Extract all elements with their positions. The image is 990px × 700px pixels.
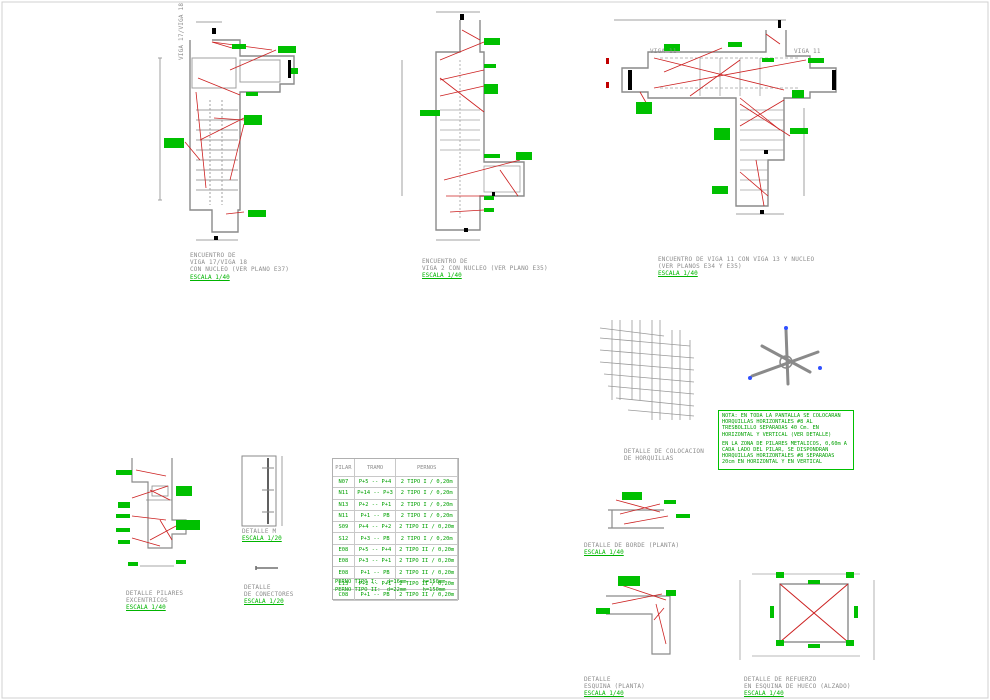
scale-detail-m: ESCALA 1/20: [242, 535, 282, 542]
title-detail-1: ENCUENTRO DE VIGA 17/VIGA 18 CON NUCLEO …: [190, 252, 290, 273]
table-cell: N11: [333, 510, 355, 523]
title-detail-2: ENCUENTRO DE VIGA 2 CON NUCLEO (VER PLAN…: [422, 258, 548, 272]
beam-label-v11-right: VIGA 11: [794, 48, 821, 55]
cad-drawing-sheet: ENCUENTRO DE VIGA 17/VIGA 18 CON NUCLEO …: [0, 0, 990, 700]
table-cell: 2 TIPO I / 0,20m: [395, 476, 458, 489]
detail-edge-rebar: [615, 499, 669, 525]
table-row: N11 P+14 -- P+3 2 TIPO I / 0,20m: [333, 487, 458, 500]
table-cell: E08: [333, 544, 355, 557]
detail-opening-rebar: [779, 583, 849, 643]
table-row: N07 P+5 -- P+4 2 TIPO I / 0,20m: [333, 476, 458, 489]
table-cell: S12: [333, 532, 355, 545]
table-cell: P+5 -- P+4: [354, 544, 397, 557]
detail-edge-plan: [608, 509, 664, 529]
detail-eccentric-callouts: [116, 470, 200, 566]
table-row: E08 P+1 -- PB 2 TIPO II / 0,20m: [333, 566, 458, 579]
scale-corner-plan: ESCALA 1/40: [584, 690, 624, 697]
table-cell: 2 TIPO II / 0,20m: [395, 566, 458, 579]
title-eccentric: DETALLE PILARES EXCENTRICOS: [126, 590, 184, 604]
title-detail-m: DETALLE M: [242, 528, 277, 535]
scale-eccentric: ESCALA 1/40: [126, 604, 166, 611]
title-horquillas: DETALLE DE COLOCACION DE HORQUILLAS: [624, 448, 705, 462]
table-cell: P+5 -- P+4: [354, 476, 397, 489]
col-tramo: TRAMO: [354, 459, 397, 477]
table-row: N11 P+1 -- PB 2 TIPO I / 0,20m: [333, 510, 458, 523]
scale-opening: ESCALA 1/40: [744, 690, 784, 697]
beam-label-v17: VIGA 17/VIGA 18: [178, 2, 185, 60]
beam-label-v11-left: VIGA 11: [650, 48, 677, 55]
studs-table: PILAR TRAMO PERNOS N07 P+5 -- P+4 2 TIPO I…: [332, 458, 459, 602]
title-connectors: DETALLE DE CONECTORES: [244, 584, 294, 598]
note-paragraph-2: EN LA ZONA DE PILARES METALICOS, 0,60m A…: [722, 440, 847, 466]
table-cell: P+3 -- PB: [354, 532, 397, 545]
table-cell: E08: [333, 566, 355, 579]
table-cell: E08: [333, 555, 355, 568]
detail-connectors: [255, 566, 278, 570]
title-edge-plan: DETALLE DE BORDE (PLANTA): [584, 542, 680, 549]
detail-1-rebar: [184, 41, 277, 215]
scale-edge-plan: ESCALA 1/40: [584, 549, 624, 556]
title-detail-3: ENCUENTRO DE VIGA 11 CON VIGA 13 Y NUCLE…: [658, 256, 815, 270]
detail-m: [241, 455, 283, 527]
table-foot-type1: PERNO TIPO I: d=16mm h=150mm: [335, 579, 446, 585]
table-cell: 2 TIPO II / 0,20m: [395, 521, 458, 534]
table-row: S09 P+4 -- P+2 2 TIPO II / 0,20m: [333, 521, 458, 534]
table-cell: 2 TIPO I / 0,20m: [395, 532, 458, 545]
horquillas-mesh: [599, 320, 695, 420]
general-note: NOTA: EN TODA LA PANTALLA SE COLOCARAN H…: [718, 410, 854, 470]
scale-detail-3: ESCALA 1/40: [658, 270, 698, 277]
detail-opening-reinforcement: [739, 573, 875, 660]
scale-connectors: ESCALA 1/20: [244, 598, 284, 605]
table-cell: P+1 -- PB: [354, 566, 397, 579]
detail-2-beam-core-junction: [401, 11, 525, 241]
table-cell: P+4 -- P+2: [354, 521, 397, 534]
table-cell: 2 TIPO I / 0,20m: [395, 510, 458, 523]
table-cell: N07: [333, 476, 355, 489]
table-row: E08 P+3 -- P+1 2 TIPO II / 0,20m: [333, 555, 458, 568]
detail-2-callouts: [420, 38, 532, 212]
horquilla-3d-detail: [750, 328, 820, 386]
table-cell: N11: [333, 487, 355, 500]
table-row: S12 P+3 -- PB 2 TIPO I / 0,20m: [333, 532, 458, 545]
table-header-row: PILAR TRAMO PERNOS: [333, 459, 458, 477]
col-pernos: PERNOS: [395, 459, 458, 477]
table-foot-type2: PERNO TIPO II: d=22mm h=150mm: [335, 587, 446, 593]
col-pilar: PILAR: [333, 459, 355, 477]
table-cell: 2 TIPO I / 0,20m: [395, 499, 458, 511]
detail-2-rebar: [439, 29, 521, 213]
table-cell: N13: [333, 499, 355, 511]
note-paragraph-1: NOTA: EN TODA LA PANTALLA SE COLOCARAN H…: [722, 413, 841, 438]
scale-detail-2: ESCALA 1/40: [422, 272, 462, 279]
table-row: E08 P+5 -- P+4 2 TIPO II / 0,20m: [333, 544, 458, 557]
table-cell: P+2 -- P+1: [354, 499, 397, 511]
table-row: N13 P+2 -- P+1 2 TIPO I / 0,20m: [333, 499, 458, 511]
table-cell: S09: [333, 521, 355, 534]
table-cell: 2 TIPO II / 0,20m: [395, 544, 458, 557]
table-cell: 2 TIPO I / 0,20m: [395, 487, 458, 500]
title-opening: DETALLE DE REFUERZO EN ESQUINA DE HUECO …: [744, 676, 851, 690]
detail-3-inner: [660, 57, 800, 191]
title-corner-plan: DETALLE ESQUINA (PLANTA): [584, 676, 645, 690]
table-cell: P+3 -- P+1: [354, 555, 397, 568]
table-cell: P+1 -- PB: [354, 510, 397, 523]
scale-detail-1: ESCALA 1/40: [190, 274, 230, 281]
table-cell: 2 TIPO II / 0,20m: [395, 555, 458, 568]
detail-3-callouts: [636, 42, 824, 194]
table-cell: P+14 -- P+3: [354, 487, 397, 500]
detail-corner-plan: [606, 595, 671, 655]
